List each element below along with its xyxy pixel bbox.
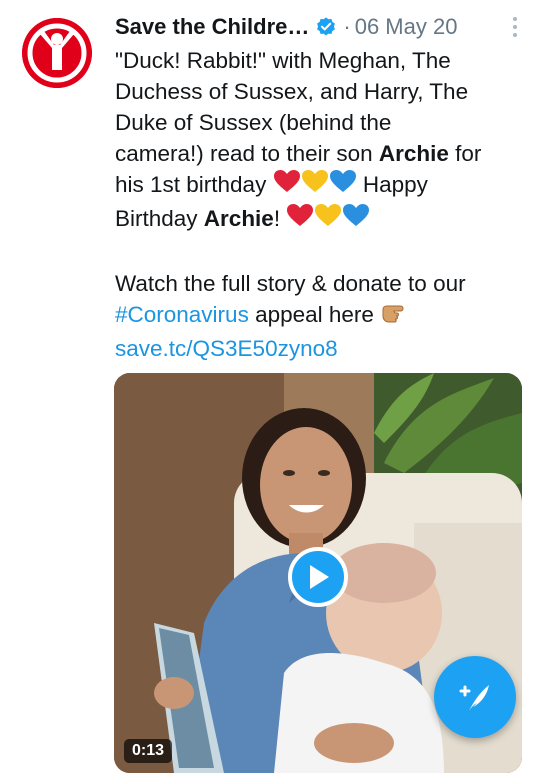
- hearts-emoji-icon: [273, 169, 357, 203]
- hearts-emoji-icon: [286, 203, 370, 237]
- text-segment: Duke of Sussex (behind the: [115, 110, 392, 135]
- text-segment: appeal here: [248, 302, 381, 327]
- verified-badge-icon: [317, 17, 336, 36]
- more-vertical-icon[interactable]: [505, 14, 525, 40]
- text-line: save.tc/QS3E50zyno8: [115, 333, 525, 364]
- text-line: his 1st birthday Happy: [115, 169, 525, 203]
- text-line: camera!) read to their son Archie for: [115, 138, 525, 169]
- text-segment: Happy: [356, 172, 428, 197]
- text-segment: camera!) read to their son: [115, 141, 379, 166]
- pointing-hand-emoji-icon: [380, 301, 410, 333]
- text-segment: Watch the full story & donate to our: [115, 271, 466, 296]
- text-line: Duke of Sussex (behind the: [115, 107, 525, 138]
- text-line: Birthday Archie!: [115, 203, 525, 237]
- text-line: Watch the full story & donate to our: [115, 268, 525, 299]
- url-link[interactable]: save.tc/QS3E50zyno8: [115, 336, 338, 361]
- author-name[interactable]: Save the Childre…: [115, 14, 309, 40]
- tweet-header: Save the Childre… · 06 May 20: [115, 12, 525, 42]
- avatar[interactable]: [22, 18, 92, 88]
- save-the-children-logo-icon: [22, 18, 92, 88]
- tweet-text: "Duck! Rabbit!" with Meghan, The Duchess…: [115, 45, 525, 364]
- text-segment: !: [273, 206, 287, 231]
- bold-name: Archie: [378, 141, 449, 166]
- play-icon: [310, 565, 329, 589]
- text-segment: Duchess of Sussex, and Harry, The: [115, 79, 469, 104]
- bold-name: Archie: [203, 206, 274, 231]
- separator-dot: ·: [343, 14, 351, 39]
- video-duration: 0:13: [124, 739, 173, 763]
- text-segment: "Duck! Rabbit!" with Meghan, The: [115, 48, 451, 73]
- text-line: #Coronavirus appeal here: [115, 299, 525, 333]
- text-segment: for: [448, 141, 482, 166]
- text-segment: his 1st birthday: [115, 172, 273, 197]
- play-button[interactable]: [288, 547, 348, 607]
- compose-tweet-icon: [459, 685, 489, 711]
- text-line: "Duck! Rabbit!" with Meghan, The: [115, 45, 525, 76]
- compose-tweet-button[interactable]: [434, 656, 516, 738]
- hashtag-link[interactable]: #Coronavirus: [115, 302, 249, 327]
- text-segment: Birthday: [115, 206, 204, 231]
- text-line: Duchess of Sussex, and Harry, The: [115, 76, 525, 107]
- tweet-date[interactable]: 06 May 20: [355, 14, 458, 40]
